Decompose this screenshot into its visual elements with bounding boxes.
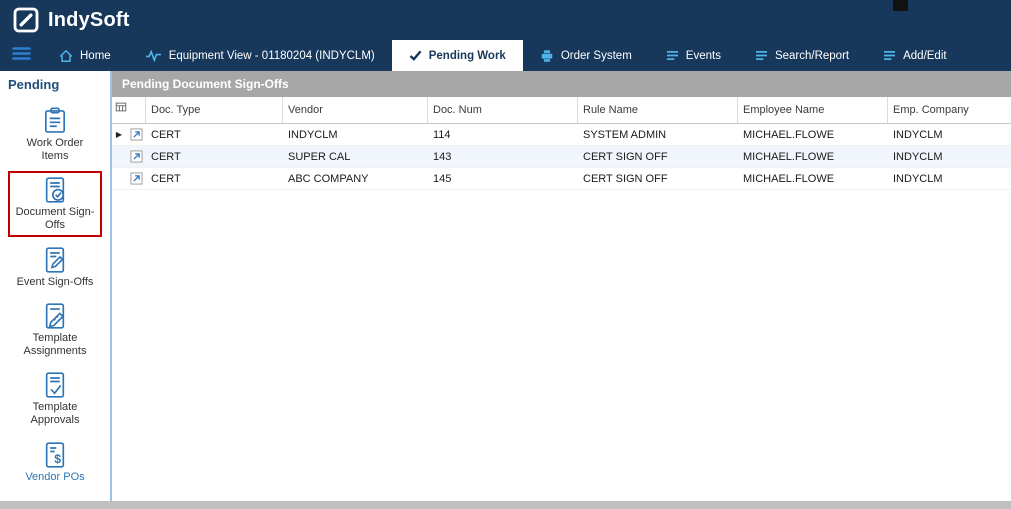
table-row[interactable]: CERT INDYCLM 114 SYSTEM ADMIN MICHAEL.FL… [112,124,1011,146]
column-header[interactable]: Doc. Num [428,97,578,123]
bottom-bar [0,501,1011,509]
nav-tab-label: Pending Work [429,50,506,62]
app-title: IndySoft [48,9,130,32]
sidebar-items: Work Order Items Document Sign-Offs Even… [0,97,110,488]
sidebar-item-label: Template Approvals [14,401,96,426]
cell-employee-name: MICHAEL.FLOWE [738,151,888,163]
column-chooser-button[interactable] [112,97,146,123]
hamburger-icon [12,46,31,66]
signoffs-table: Doc. TypeVendorDoc. NumRule NameEmployee… [112,97,1011,190]
row-marker [112,130,126,139]
cell-rule-name: SYSTEM ADMIN [578,129,738,141]
cell-employee-name: MICHAEL.FLOWE [738,173,888,185]
nav-tab-label: Add/Edit [903,50,946,62]
cell-rule-name: CERT SIGN OFF [578,173,738,185]
check-icon [409,50,422,61]
indysoft-logo-icon [13,7,39,33]
nav-tab[interactable]: Events [649,40,738,71]
nav-tab-label: Home [80,50,111,62]
cell-emp-company: INDYCLM [888,173,1011,185]
nav-tab[interactable]: Add/Edit [866,40,963,71]
sidebar-item[interactable]: Work Order Items [8,102,102,167]
svg-text:$: $ [54,452,61,466]
nav-tab-label: Equipment View - 01180204 (INDYCLM) [169,50,375,62]
cell-emp-company: INDYCLM [888,151,1011,163]
nav-tab-label: Events [686,50,721,62]
column-header[interactable]: Vendor [283,97,428,123]
cell-rule-name: CERT SIGN OFF [578,151,738,163]
sidebar-title: Pending [0,71,110,97]
template-approvals-icon [41,371,69,399]
sidebar-item[interactable]: Template Approvals [8,366,102,431]
add-edit-icon [883,50,896,61]
document-open-icon [126,172,146,185]
vendor-pos-icon: $ [41,441,69,469]
cell-emp-company: INDYCLM [888,129,1011,141]
nav-tab[interactable]: Pending Work [392,40,523,71]
nav-tab[interactable]: Home [42,40,128,71]
content-title: Pending Document Sign-Offs [112,71,1011,97]
cell-doc-num: 114 [428,129,578,141]
screen-artifact [893,0,908,11]
table-header: Doc. TypeVendorDoc. NumRule NameEmployee… [112,97,1011,124]
cell-doc-type: CERT [146,129,283,141]
sidebar-item[interactable]: Template Assignments [8,297,102,362]
sidebar-item-label: Vendor POs [25,471,84,484]
events-icon [666,50,679,61]
sidebar-item-label: Work Order Items [14,137,96,162]
column-chooser-icon [115,101,127,116]
sidebar-item[interactable]: $ Vendor POs [8,436,102,489]
app-header: IndySoft [0,0,1011,40]
menu-button[interactable] [0,40,42,71]
cell-vendor: INDYCLM [283,129,428,141]
sidebar-item-label: Document Sign-Offs [14,206,96,231]
nav-tab[interactable]: Equipment View - 01180204 (INDYCLM) [128,40,392,71]
pending-sidebar: Pending Work Order Items Document Sign-O… [0,71,112,501]
nav-tab-label: Order System [561,50,632,62]
work-order-items-icon [41,107,69,135]
column-header[interactable]: Doc. Type [146,97,283,123]
cell-vendor: SUPER CAL [283,151,428,163]
nav-tab[interactable]: Search/Report [738,40,866,71]
sidebar-item-label: Template Assignments [14,332,96,357]
equipment-icon [145,49,162,62]
nav-tab-label: Search/Report [775,50,849,62]
cell-doc-type: CERT [146,151,283,163]
table-row[interactable]: CERT SUPER CAL 143 CERT SIGN OFF MICHAEL… [112,146,1011,168]
cell-doc-type: CERT [146,173,283,185]
main-nav: Home Equipment View - 01180204 (INDYCLM)… [0,40,1011,71]
document-open-icon [126,128,146,141]
column-header[interactable]: Rule Name [578,97,738,123]
search-report-icon [755,50,768,61]
column-header[interactable]: Emp. Company [888,97,1011,123]
document-open-icon [126,150,146,163]
sidebar-item[interactable]: Document Sign-Offs [8,171,102,236]
cell-doc-num: 145 [428,173,578,185]
sidebar-item-label: Event Sign-Offs [17,276,94,289]
table-row[interactable]: CERT ABC COMPANY 145 CERT SIGN OFF MICHA… [112,168,1011,190]
template-assignments-icon [41,302,69,330]
order-icon [540,49,554,63]
event-signoffs-icon [41,246,69,274]
nav-tab[interactable]: Order System [523,40,649,71]
home-icon [59,49,73,63]
cell-employee-name: MICHAEL.FLOWE [738,129,888,141]
table-body: CERT INDYCLM 114 SYSTEM ADMIN MICHAEL.FL… [112,124,1011,190]
column-header[interactable]: Employee Name [738,97,888,123]
cell-doc-num: 143 [428,151,578,163]
cell-vendor: ABC COMPANY [283,173,428,185]
document-signoffs-icon [41,176,69,204]
sidebar-item[interactable]: Event Sign-Offs [8,241,102,294]
